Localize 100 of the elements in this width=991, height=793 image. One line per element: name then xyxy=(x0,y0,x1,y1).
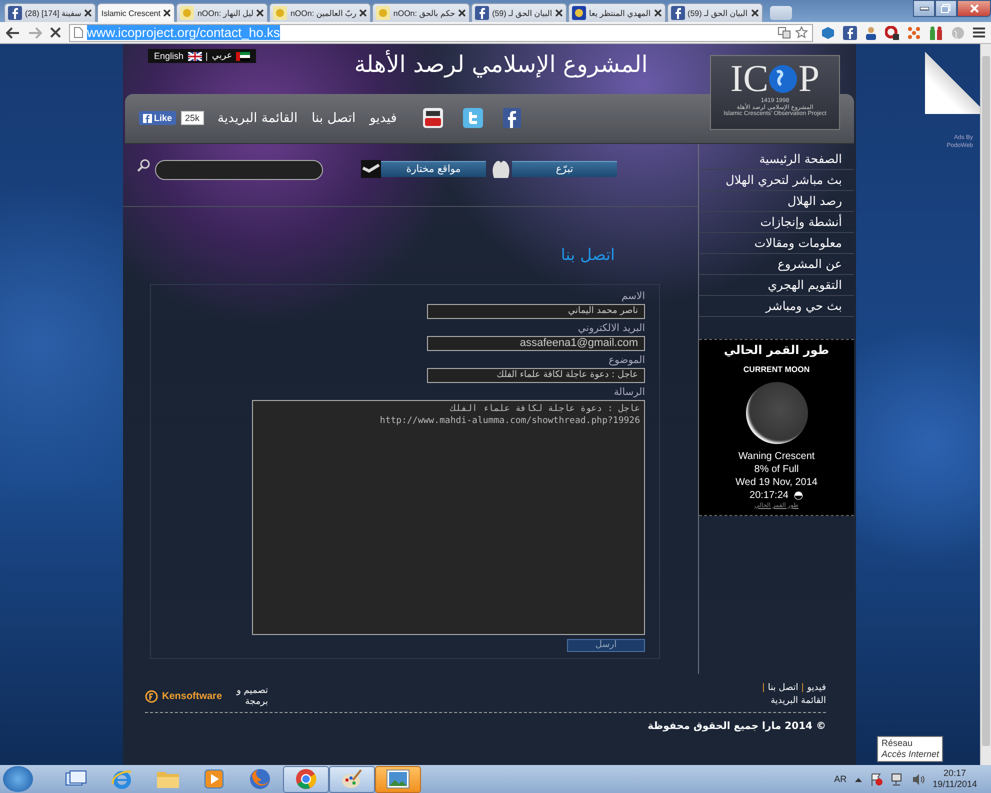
site-title: المشروع الإسلامي لرصد الأهلة xyxy=(354,52,648,78)
network-icon[interactable] xyxy=(890,772,904,786)
browser-tab[interactable]: Islamic Crescent xyxy=(97,3,176,22)
browser-tab[interactable]: nOOn: حكم بالحق xyxy=(372,3,470,22)
featured-sites-button[interactable]: مواقع مختارة xyxy=(381,160,486,177)
browser-tab[interactable]: (28) [174] سفينة xyxy=(4,3,96,22)
browser-tab[interactable]: المهدي المنتظر يعا xyxy=(568,3,666,22)
taskbar-app[interactable] xyxy=(375,766,421,792)
like-count: 25k xyxy=(181,111,204,126)
browser-tab[interactable]: (59) البيان الحق لـ xyxy=(666,3,763,22)
field-label: الرسالة xyxy=(614,386,645,400)
flag-alert-icon[interactable] xyxy=(870,772,883,786)
clock-time[interactable]: 20:17 xyxy=(932,768,977,779)
twitter-icon[interactable] xyxy=(462,108,483,128)
tab-close-icon[interactable] xyxy=(750,9,759,17)
donate-button[interactable]: تبرّع xyxy=(512,160,617,177)
minimize-icon xyxy=(920,6,928,10)
facebook-icon xyxy=(475,6,490,20)
input-field[interactable]: ناصر محمد اليماني xyxy=(427,304,645,319)
restore-button[interactable] xyxy=(935,0,957,17)
people-icon[interactable] xyxy=(929,26,943,40)
send-button[interactable]: ارسل xyxy=(567,638,645,652)
tab-close-icon[interactable] xyxy=(84,9,92,17)
tab-close-icon[interactable] xyxy=(458,9,466,17)
menu-item[interactable]: رصد الهلال xyxy=(699,190,854,212)
taskbar-app[interactable] xyxy=(283,766,329,792)
restore-icon xyxy=(941,4,951,13)
menu-item[interactable]: بث حي ومباشر xyxy=(699,296,854,317)
start-button[interactable] xyxy=(3,766,33,792)
page-icon xyxy=(74,27,83,38)
search-field[interactable] xyxy=(155,160,323,180)
sun-icon xyxy=(273,6,288,20)
palette-icon xyxy=(341,768,363,790)
window-switch-icon xyxy=(65,770,87,788)
tab-close-icon[interactable] xyxy=(256,9,264,17)
clock-date[interactable]: 19/11/2014 xyxy=(932,779,977,790)
footer-link[interactable]: القائمة البريدية xyxy=(770,696,826,706)
minimize-button[interactable] xyxy=(913,0,935,17)
field-label: البريد الالكتروني xyxy=(578,322,645,336)
tab-close-icon[interactable] xyxy=(359,9,368,17)
browser-tab[interactable]: nOOn: ربّ العالمين xyxy=(269,3,372,22)
flag-icon xyxy=(188,52,202,60)
language-link[interactable]: English xyxy=(154,51,184,61)
moon-illumination: 8% of Full xyxy=(754,462,799,476)
nav-link[interactable]: القائمة البريدية xyxy=(218,110,298,126)
menu-icon[interactable] xyxy=(973,27,985,38)
search-icon[interactable] xyxy=(137,158,151,172)
menu-item[interactable]: التقويم الهجري xyxy=(699,274,854,296)
nav-link[interactable]: فيديو xyxy=(370,110,397,126)
sun-icon xyxy=(376,6,390,20)
link-separator: | xyxy=(801,682,804,693)
menu-item[interactable]: بث مباشر لتحري الهلال xyxy=(699,170,854,191)
copyright-text: © 2014 مارا جميع الحقوق محفوظة xyxy=(648,720,826,732)
facebook-icon[interactable] xyxy=(502,108,521,128)
widget-title: طور القمر الحالي xyxy=(724,342,830,357)
chevron-up-icon[interactable] xyxy=(854,776,862,782)
facebook-icon[interactable] xyxy=(843,26,857,40)
brand-name[interactable]: Kensoftware xyxy=(162,691,222,702)
dots-icon[interactable] xyxy=(907,26,921,40)
translate-icon[interactable] xyxy=(778,26,791,38)
menu-item[interactable]: أنشطة وإنجازات xyxy=(699,212,854,233)
sun-icon xyxy=(180,6,194,20)
browser-e-icon xyxy=(111,768,133,790)
star-icon[interactable] xyxy=(795,26,808,39)
footer-link[interactable]: فيديو xyxy=(807,682,826,693)
person-icon[interactable] xyxy=(865,26,877,40)
badge-o-icon[interactable] xyxy=(885,26,899,40)
picture-icon xyxy=(386,769,410,789)
field-label: الموضوع xyxy=(608,354,645,368)
menu-item[interactable]: عن المشروع xyxy=(699,254,854,275)
menu-item[interactable]: الصفحة الرئيسية xyxy=(699,148,854,170)
language-link[interactable]: عربي xyxy=(212,51,232,61)
input-language[interactable]: AR xyxy=(834,774,847,784)
network-tooltip: Réseau Accès Internet xyxy=(877,736,943,762)
fox-globe-icon xyxy=(249,768,271,790)
menu-item[interactable]: معلومات ومقالات xyxy=(699,232,854,254)
tab-close-icon[interactable] xyxy=(654,9,662,17)
input-field[interactable]: assafeena1@gmail.com xyxy=(427,336,645,351)
back-icon[interactable] xyxy=(6,26,20,38)
footer-link[interactable]: اتصل بنا xyxy=(768,682,798,693)
moon-phase: Waning Crescent xyxy=(738,450,815,463)
flag-icon xyxy=(236,52,250,60)
chrome-icon xyxy=(295,768,317,790)
tab-close-icon[interactable] xyxy=(555,9,564,17)
tab-close-icon[interactable] xyxy=(163,9,172,17)
taskbar-app[interactable] xyxy=(329,766,375,792)
facebook-icon xyxy=(143,114,152,123)
moon-date: Wed 19 Nov, 2014 xyxy=(736,476,818,489)
browser-tab[interactable]: (59) البيان الحق لـ xyxy=(471,3,568,22)
field-label: الاسم xyxy=(621,290,645,304)
input-field[interactable]: عاجل : دعوة عاجلة لكافة علماء الفلك xyxy=(427,368,645,383)
nav-link[interactable]: اتصل بنا xyxy=(312,110,356,126)
scrollbar[interactable] xyxy=(980,44,991,765)
widget-heading: CURRENT MOON xyxy=(743,364,810,374)
speaker-icon[interactable] xyxy=(912,772,925,786)
stop-icon[interactable] xyxy=(50,27,61,38)
language-separator: | xyxy=(206,51,208,61)
close-window-button[interactable] xyxy=(957,0,991,17)
browser-tab[interactable]: nOOn: ليل النهار xyxy=(176,3,268,22)
like-button[interactable]: Like xyxy=(139,111,176,126)
